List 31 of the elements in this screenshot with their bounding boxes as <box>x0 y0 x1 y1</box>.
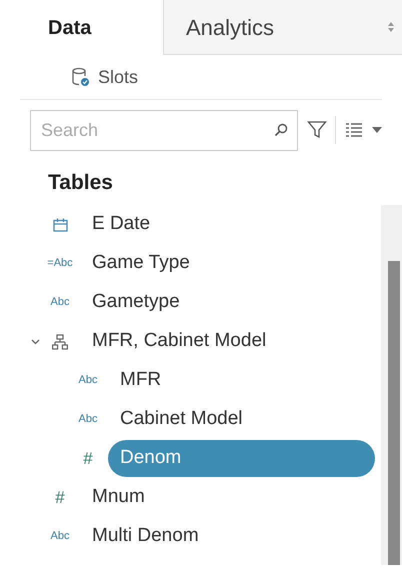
data-source-name[interactable]: Slots <box>98 64 138 90</box>
field-type-icon: Abc <box>50 294 70 311</box>
tab[interactable]: Analytics <box>163 0 402 55</box>
field-type-icon: Abc <box>78 372 98 389</box>
list-view-icon[interactable] <box>346 123 362 137</box>
field-item[interactable]: Mnum <box>92 483 145 512</box>
field-item[interactable]: Gametype <box>92 288 180 317</box>
field-item[interactable]: MFR <box>120 366 162 395</box>
field-type-icon: =Abc <box>47 255 73 272</box>
field-item[interactable]: E Date <box>92 210 150 239</box>
calendar-icon <box>52 218 68 232</box>
field-type-icon: # <box>83 446 93 472</box>
search-field[interactable]: Search <box>30 110 298 150</box>
field-type-icon: Abc <box>50 528 70 545</box>
section-heading: Tables <box>47 170 114 196</box>
caret-icon[interactable] <box>372 127 382 133</box>
database-icon <box>72 67 90 87</box>
sort-icon[interactable] <box>388 22 394 32</box>
field-item[interactable]: Multi Denom <box>92 522 199 551</box>
scrollbar-thumb[interactable] <box>388 261 400 565</box>
search-icon <box>274 122 288 136</box>
hierarchy-icon <box>52 334 68 350</box>
field-item[interactable]: MFR, Cabinet Model <box>92 327 266 356</box>
field-item[interactable]: Cabinet Model <box>120 405 243 434</box>
field-item[interactable]: Game Type <box>92 249 190 278</box>
filter-icon[interactable] <box>307 120 327 140</box>
chevron-icon[interactable] <box>31 338 40 344</box>
scrollbar[interactable] <box>381 205 402 565</box>
field-item[interactable]: Denom <box>108 440 375 477</box>
field-type-icon: # <box>55 484 65 510</box>
field-type-icon: Abc <box>78 411 98 428</box>
